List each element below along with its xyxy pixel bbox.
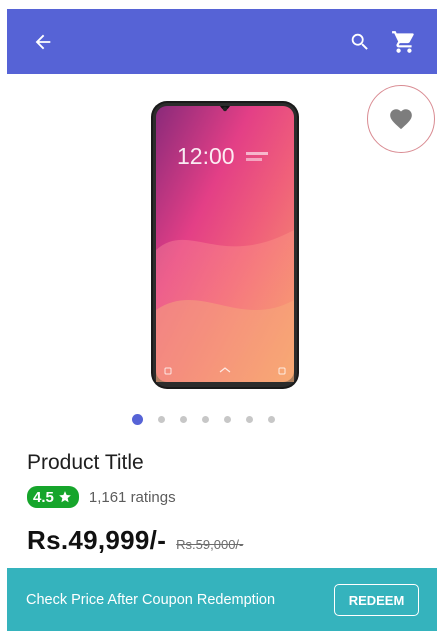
cart-button[interactable] <box>380 9 428 74</box>
image-carousel-indicator <box>132 412 275 426</box>
carousel-dot[interactable] <box>268 415 275 423</box>
selling-price: Rs.49,999/- <box>27 525 167 555</box>
search-button[interactable] <box>336 9 384 74</box>
original-price: Rs.59,000/- <box>176 537 244 552</box>
redeem-button[interactable]: REDEEM <box>334 584 419 616</box>
rating-value: 4.5 <box>33 488 54 506</box>
product-image[interactable]: 12:00 <box>150 100 300 390</box>
search-icon <box>351 33 368 50</box>
carousel-dot[interactable] <box>158 415 165 423</box>
carousel-dot[interactable] <box>224 415 231 423</box>
rating-badge: 4.5 <box>27 486 79 508</box>
ratings-count: 1,161 ratings <box>88 488 176 506</box>
star-icon <box>59 491 71 503</box>
back-arrow-icon <box>35 34 51 49</box>
carousel-dot[interactable] <box>246 415 253 423</box>
price-row: Rs.49,999/- Rs.59,000/- <box>27 525 243 556</box>
lockscreen-clock: 12:00 <box>177 143 235 169</box>
coupon-text: Check Price After Coupon Redemption <box>26 591 276 608</box>
favorite-button[interactable] <box>367 85 435 153</box>
carousel-dot[interactable] <box>180 415 187 423</box>
smartphone-image: 12:00 <box>151 101 299 389</box>
coupon-bar: Check Price After Coupon Redemption REDE… <box>7 568 437 631</box>
back-button[interactable] <box>19 9 67 74</box>
product-title: Product Title <box>27 451 144 474</box>
cart-icon <box>392 30 414 53</box>
rating-row: 4.5 1,161 ratings <box>27 486 176 508</box>
app-bar <box>7 9 437 74</box>
carousel-dot[interactable] <box>132 413 143 425</box>
carousel-dot[interactable] <box>202 415 209 423</box>
heart-icon <box>390 109 412 130</box>
